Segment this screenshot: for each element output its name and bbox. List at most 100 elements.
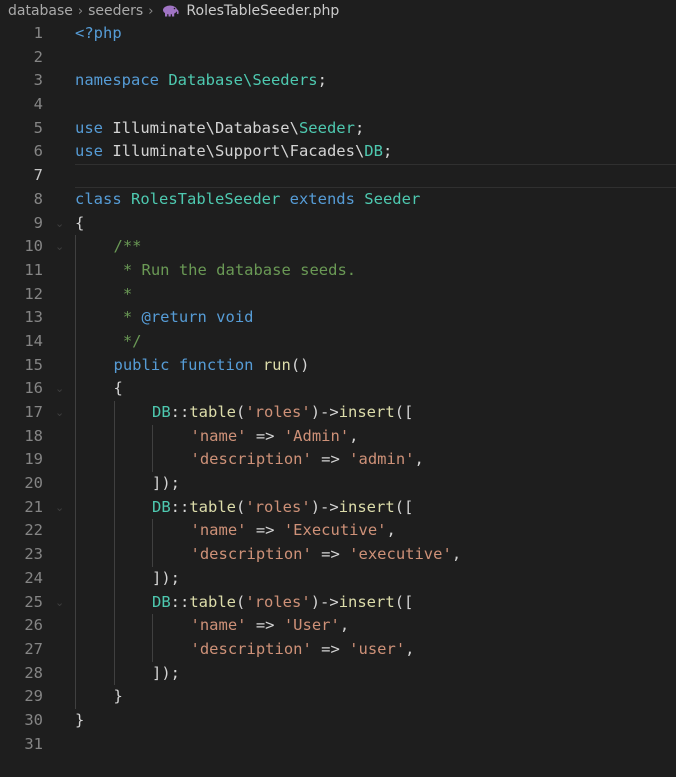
- code-text: }: [114, 685, 123, 709]
- code-line[interactable]: 28]);: [0, 661, 676, 686]
- code-token: extends: [289, 189, 365, 208]
- code-token: ;: [354, 118, 365, 137]
- code-line[interactable]: 15 public function run(): [0, 353, 676, 378]
- code-token: )->: [310, 592, 339, 611]
- code-line[interactable]: 29}: [0, 685, 676, 709]
- code-token: DB: [364, 142, 383, 161]
- code-line[interactable]: 20]);: [0, 472, 676, 496]
- code-line[interactable]: 17 ⌄ DB::table('roles')->insert([: [0, 401, 676, 425]
- code-token: 'roles': [245, 592, 311, 611]
- code-line[interactable]: 27 'description' => 'user',: [0, 637, 676, 662]
- code-line[interactable]: 7: [0, 164, 676, 188]
- indent-guide: [75, 495, 76, 520]
- code-line[interactable]: 24]);: [0, 566, 676, 591]
- code-line[interactable]: 11 * Run the database seeds.: [0, 258, 676, 283]
- code-line[interactable]: 5 use Illuminate\Database\Seeder;: [0, 117, 676, 141]
- breadcrumb-folder-database[interactable]: database: [8, 3, 73, 19]
- chevron-right-icon: ›: [148, 3, 154, 19]
- line-number: 20: [24, 474, 43, 493]
- indent-guide: [152, 424, 153, 449]
- code-line[interactable]: 18 'name' => 'Admin',: [0, 424, 676, 449]
- fold-chevron-icon[interactable]: ⌄: [55, 401, 69, 425]
- code-token: )->: [310, 497, 339, 516]
- indent-guide: [113, 424, 115, 449]
- line-number: 24: [24, 568, 43, 587]
- code-line[interactable]: 3 namespace Database\Seeders;: [0, 69, 676, 93]
- code-editor[interactable]: database › seeders › RolesTableSeeder.ph…: [0, 0, 676, 777]
- line-number: 19: [24, 450, 43, 469]
- code-token: }: [75, 710, 85, 729]
- indent-guide: [75, 329, 76, 354]
- code-line[interactable]: 30}: [0, 709, 676, 733]
- code-line[interactable]: 13 * @return void: [0, 306, 676, 330]
- indent-guide: [152, 519, 153, 544]
- line-number: 14: [24, 331, 43, 350]
- code-token: Illuminate\Support\Facades\: [112, 142, 365, 161]
- code-text: ]);: [152, 662, 180, 686]
- breadcrumb-file[interactable]: RolesTableSeeder.php: [186, 3, 339, 19]
- code-text: 'description' => 'executive',: [191, 543, 462, 567]
- fold-chevron-icon[interactable]: ⌄: [55, 496, 69, 520]
- code-line[interactable]: 10 ⌄ /**: [0, 235, 676, 259]
- code-text: }: [75, 709, 84, 733]
- line-number: 7: [33, 166, 43, 185]
- code-token: )->: [310, 403, 339, 421]
- code-line[interactable]: 1 <?php: [0, 22, 676, 46]
- line-number: 8: [33, 189, 43, 208]
- code-line[interactable]: 19 'description' => 'admin',: [0, 448, 676, 473]
- line-number: 18: [24, 426, 43, 445]
- code-token: ,: [414, 450, 424, 469]
- indent-guide: [75, 519, 76, 544]
- fold-chevron-icon[interactable]: ⌄: [55, 591, 69, 615]
- line-number: 1: [33, 24, 43, 42]
- code-token: DB: [152, 592, 171, 611]
- code-line[interactable]: 25 ⌄ DB::table('roles')->insert([: [0, 590, 676, 615]
- code-text: public function run(): [114, 354, 310, 378]
- fold-chevron-icon[interactable]: ⌄: [55, 235, 69, 259]
- line-number: 21: [24, 497, 43, 516]
- code-line[interactable]: 22 'name' => 'Executive',: [0, 519, 676, 544]
- line-number: 6: [33, 142, 43, 161]
- line-number: 23: [24, 545, 43, 564]
- code-token: =>: [311, 639, 350, 658]
- line-number: 10: [24, 237, 43, 256]
- code-line[interactable]: 8 class RolesTableSeeder extends Seeder: [0, 188, 676, 212]
- code-text: 'name' => 'Executive',: [191, 519, 396, 543]
- fold-chevron-icon[interactable]: ⌄: [55, 212, 69, 236]
- code-line[interactable]: 16 ⌄ {: [0, 377, 676, 401]
- code-line[interactable]: 12 *: [0, 282, 676, 307]
- code-token: 'description': [190, 450, 312, 469]
- code-line[interactable]: 4: [0, 93, 676, 117]
- line-number: 28: [24, 663, 43, 682]
- code-token: 'name': [190, 616, 247, 635]
- indent-guide: [113, 637, 115, 662]
- code-area[interactable]: 1 <?php 2 3 namespace Database\Seeders; 4 5 use…: [0, 22, 676, 777]
- line-number: 3: [33, 71, 43, 90]
- fold-chevron-icon[interactable]: ⌄: [55, 377, 69, 401]
- indent-guide: [113, 472, 115, 496]
- code-line[interactable]: 6 use Illuminate\Support\Facades\DB;: [0, 140, 676, 164]
- code-line[interactable]: 21 ⌄ DB::table('roles')->insert([: [0, 495, 676, 520]
- code-token: <?php: [75, 24, 122, 42]
- code-line[interactable]: 26 'name' => 'User',: [0, 614, 676, 638]
- code-line[interactable]: 2: [0, 46, 676, 70]
- code-text: 'name' => 'Admin',: [191, 425, 359, 449]
- code-token: }: [113, 687, 123, 706]
- code-token: insert: [338, 403, 395, 421]
- indent-guide: [152, 637, 153, 662]
- indent-guide: [113, 614, 115, 638]
- code-token: /**: [113, 237, 142, 256]
- code-line[interactable]: 31: [0, 733, 676, 757]
- code-token: ::: [170, 497, 190, 516]
- chevron-right-icon: ›: [77, 3, 84, 19]
- code-token: RolesTableSeeder: [131, 189, 290, 208]
- code-line[interactable]: 9 ⌄ {: [0, 212, 676, 236]
- indent-guide: [113, 495, 115, 520]
- code-token: public: [113, 355, 179, 374]
- code-line[interactable]: 14 */: [0, 329, 676, 354]
- line-number: 5: [33, 118, 43, 137]
- code-token: table: [189, 592, 237, 611]
- indent-guide: [113, 590, 115, 615]
- code-line[interactable]: 23 'description' => 'executive',: [0, 543, 676, 567]
- breadcrumb-folder-seeders[interactable]: seeders: [88, 3, 143, 19]
